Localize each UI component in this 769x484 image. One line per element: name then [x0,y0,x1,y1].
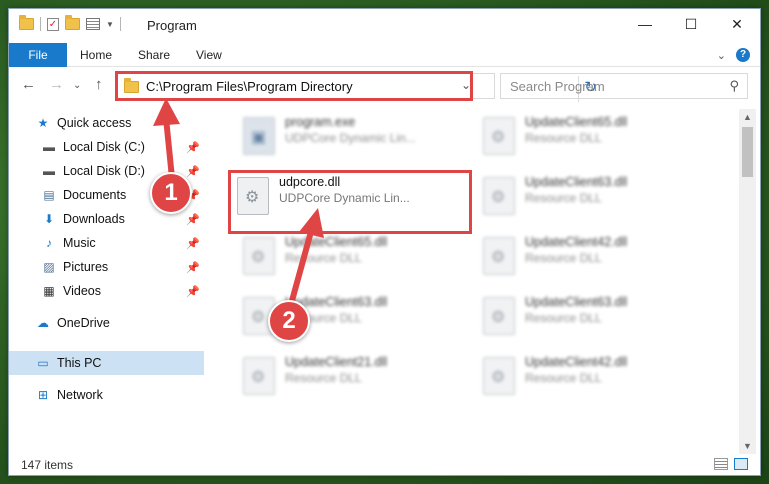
executable-file-icon [243,117,275,155]
sidebar-item-network[interactable]: ⊞ Network [35,383,230,407]
tab-file[interactable]: File [9,43,67,67]
maximize-button[interactable]: ☐ [668,9,714,39]
chevron-down-icon[interactable]: ⌄ [461,78,471,92]
list-item[interactable]: UpdateClient63.dll Resource DLL [477,171,715,223]
tab-share[interactable]: Share [138,43,170,67]
quick-access-toolbar: ✓ ▼ [19,15,121,31]
item-count: 147 items [21,458,74,472]
scroll-thumb[interactable] [742,127,753,177]
drive-icon: ▬ [43,164,55,178]
list-item[interactable]: UpdateClient21.dll Resource DLL [237,351,475,403]
scroll-up-icon[interactable]: ▲ [739,109,756,125]
dll-file-icon [243,357,275,395]
tab-home[interactable]: Home [80,43,112,67]
sidebar-item-videos[interactable]: ▦ Videos 📌 [41,279,204,303]
close-button[interactable]: ✕ [714,9,760,39]
navigation-pane: ★ Quick access ▬ Local Disk (C:) 📌 ▬ Loc… [9,109,207,454]
cloud-icon: ☁ [37,316,49,330]
title-bar: ✓ ▼ Program — ☐ ✕ [9,9,760,41]
dll-file-icon [243,237,275,275]
new-folder-icon[interactable] [65,15,80,30]
sidebar-item-music[interactable]: ♪ Music 📌 [41,231,204,255]
star-icon: ★ [37,116,49,130]
address-bar[interactable]: C:\Program Files\Program Directory ⌄ ↻ [117,73,597,102]
folder-icon [19,15,34,30]
list-item[interactable]: UpdateClient65.dll Resource DLL [237,231,475,283]
pin-icon[interactable]: 📌 [186,213,200,226]
dll-file-icon [483,297,515,335]
status-bar: 147 items [9,454,760,475]
tab-view[interactable]: View [196,43,222,67]
scroll-down-icon[interactable]: ▼ [739,438,756,454]
documents-icon: ▤ [43,188,55,202]
sidebar-item-local-disk-c[interactable]: ▬ Local Disk (C:) 📌 [41,135,204,159]
dll-file-icon [483,357,515,395]
list-item[interactable]: UpdateClient65.dll Resource DLL [477,111,715,163]
address-path[interactable]: C:\Program Files\Program Directory [146,79,353,94]
drive-icon: ▬ [43,140,55,154]
properties-check-icon[interactable]: ✓ [47,17,59,31]
minimize-button[interactable]: — [622,9,668,39]
pin-icon[interactable]: 📌 [186,261,200,274]
list-item-udpcore[interactable]: udpcore.dll UDPCore Dynamic Lin... [231,171,469,223]
sidebar-item-pictures[interactable]: ▨ Pictures 📌 [41,255,204,279]
dll-file-icon [237,177,269,215]
pictures-icon: ▨ [43,260,55,274]
large-icons-view-icon[interactable] [734,458,748,470]
customize-toolbar-icon[interactable] [86,18,100,30]
pc-icon: ▭ [37,356,49,370]
step-1-badge: 1 [150,172,192,214]
back-arrow-icon[interactable]: ← [21,76,36,93]
list-item[interactable]: UpdateClient42.dll Resource DLL [477,351,715,403]
music-icon: ♪ [46,236,52,250]
vertical-scrollbar[interactable]: ▲ ▼ [739,109,756,454]
navigation-bar: ← → ⌄ ↑ C:\Program Files\Program Directo… [9,71,760,102]
ribbon-tabs: File Home Share View ⌄ ? [9,41,760,67]
sidebar-item-quick-access[interactable]: ★ Quick access [35,111,230,135]
sidebar-item-this-pc[interactable]: ▭ This PC [9,351,204,375]
step-2-badge: 2 [268,300,310,342]
chevron-down-icon[interactable]: ▼ [106,20,114,29]
file-list: program.exe UDPCore Dynamic Lin... Updat… [209,109,739,454]
help-icon[interactable]: ? [736,48,750,62]
network-icon: ⊞ [37,388,49,402]
dll-file-icon [483,177,515,215]
list-item[interactable]: program.exe UDPCore Dynamic Lin... [237,111,475,163]
details-view-icon[interactable] [714,458,728,470]
expand-ribbon-icon[interactable]: ⌄ [717,49,726,62]
pin-icon[interactable]: 📌 [186,165,200,178]
recent-dropdown-icon[interactable]: ⌄ [73,80,81,91]
pin-icon[interactable]: 📌 [186,141,200,154]
up-arrow-icon[interactable]: ↑ [95,76,103,93]
window-title: Program [147,18,197,33]
folder-icon [124,78,139,93]
pin-icon[interactable]: 📌 [186,285,200,298]
download-icon: ⬇ [43,212,55,226]
search-icon[interactable]: ⚲ [729,78,739,94]
list-item[interactable]: UpdateClient42.dll Resource DLL [477,231,715,283]
list-item[interactable]: UpdateClient63.dll Resource DLL [477,291,715,343]
search-input[interactable]: Search Program ⚲ [500,73,748,99]
dll-file-icon [483,237,515,275]
search-placeholder: Search Program [510,79,605,94]
videos-icon: ▦ [43,284,55,298]
dll-file-icon [483,117,515,155]
pin-icon[interactable]: 📌 [186,237,200,250]
sidebar-item-onedrive[interactable]: ☁ OneDrive [35,311,230,335]
window-controls: — ☐ ✕ [622,9,760,39]
forward-arrow-icon[interactable]: → [49,76,64,93]
explorer-window: ✓ ▼ Program — ☐ ✕ File Home Share View ⌄… [8,8,761,476]
